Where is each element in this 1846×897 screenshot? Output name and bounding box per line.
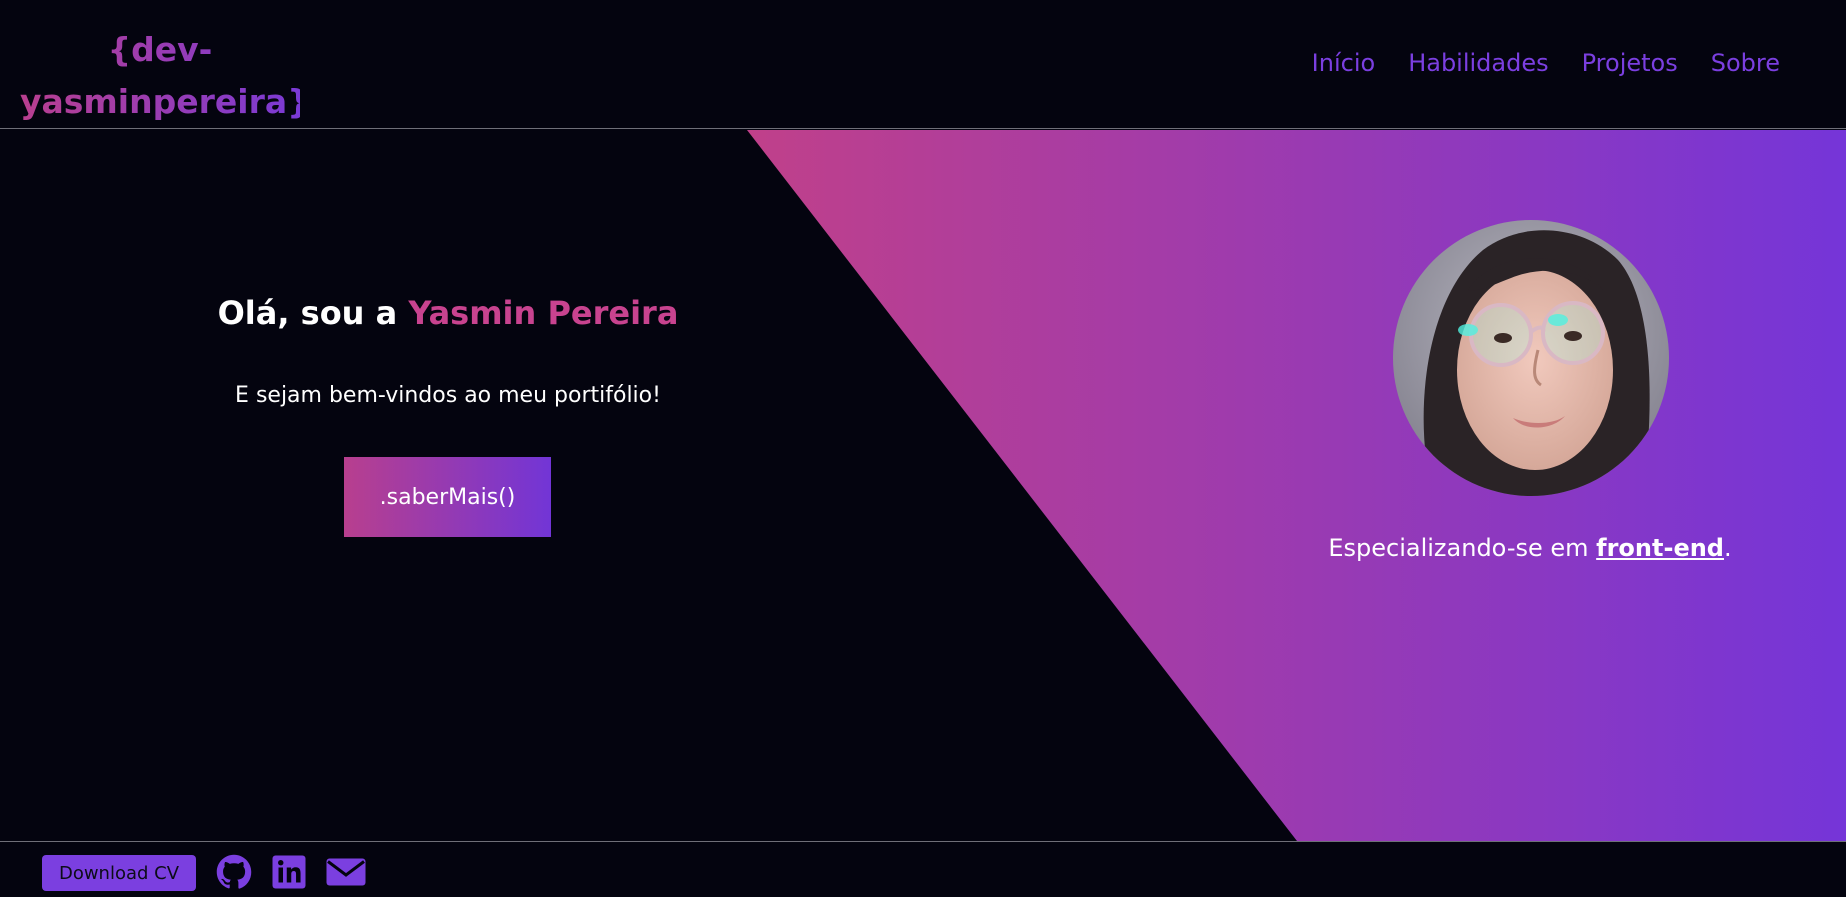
site-header: {dev- yasminpereira} Início Habilidades … [0, 0, 1846, 129]
site-logo[interactable]: {dev- yasminpereira} [20, 24, 300, 128]
nav-link-inicio[interactable]: Início [1312, 46, 1376, 80]
nav-link-projetos[interactable]: Projetos [1582, 46, 1678, 80]
hero-section: Olá, sou a Yasmin Pereira E sejam bem-vi… [0, 130, 1846, 841]
main-nav: Início Habilidades Projetos Sobre [1312, 46, 1780, 80]
specialty-suffix: . [1723, 534, 1732, 562]
greeting-prefix: Olá, sou a [217, 294, 409, 332]
logo-line-2: yasminpereira} [20, 82, 311, 121]
specialty-prefix: Especializando-se em [1328, 534, 1597, 562]
profile-avatar [1393, 220, 1669, 496]
github-icon [216, 854, 252, 889]
portfolio-page: {dev- yasminpereira} Início Habilidades … [0, 0, 1846, 897]
linkedin-icon [272, 855, 306, 889]
hero-greeting: Olá, sou a Yasmin Pereira [188, 290, 708, 336]
email-link[interactable] [325, 854, 367, 890]
front-end-link[interactable]: front-end [1596, 534, 1724, 562]
github-link[interactable] [216, 854, 252, 890]
email-icon [326, 858, 366, 886]
nav-link-sobre[interactable]: Sobre [1711, 46, 1780, 80]
specialty-text: Especializando-se em front-end. [1230, 530, 1830, 566]
saber-mais-button[interactable]: .saberMais() [344, 457, 551, 537]
download-cv-button[interactable]: Download CV [42, 855, 196, 891]
site-footer: Download CV [0, 841, 1846, 897]
nav-link-habilidades[interactable]: Habilidades [1408, 46, 1548, 80]
linkedin-link[interactable] [271, 854, 307, 890]
hero-welcome-text: E sejam bem-vindos ao meu portifólio! [235, 383, 661, 408]
logo-line-1: {dev- [107, 30, 213, 69]
greeting-name: Yasmin Pereira [408, 294, 679, 332]
